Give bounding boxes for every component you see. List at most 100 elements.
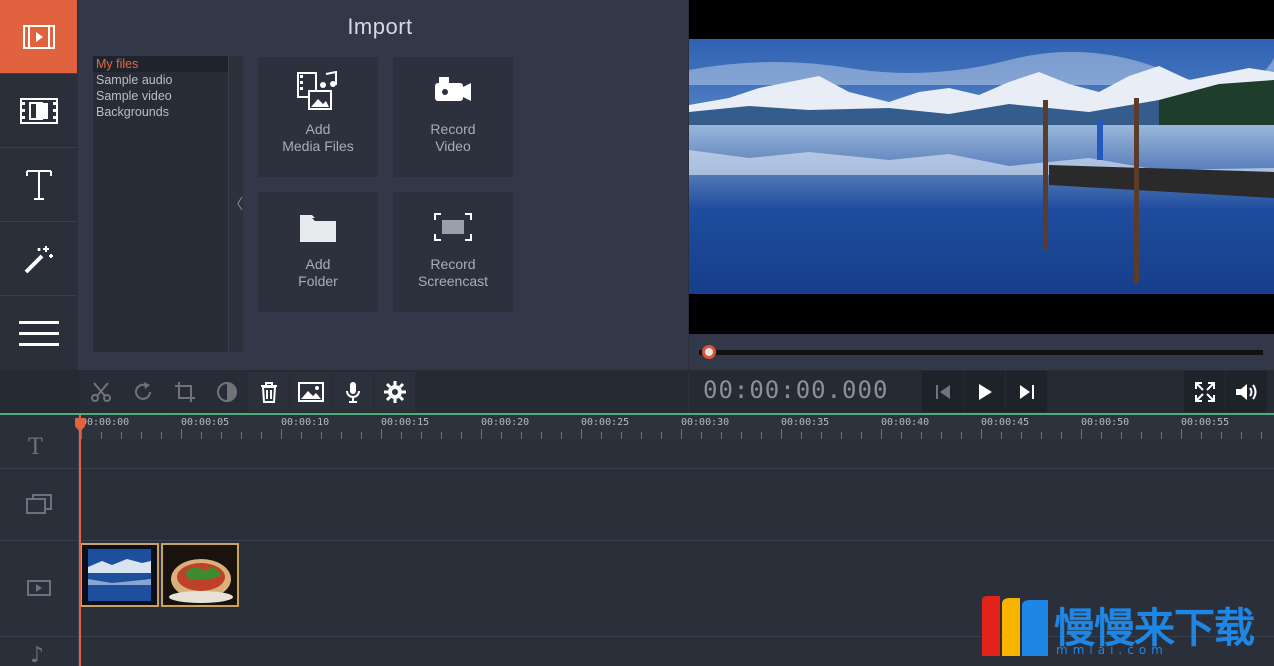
ruler-tick-mark bbox=[981, 429, 982, 439]
ruler-tick-mark bbox=[1001, 432, 1002, 439]
record-audio-button[interactable] bbox=[332, 372, 373, 412]
rotate-button[interactable] bbox=[122, 372, 163, 412]
ruler-tick-label: 00:00:20 bbox=[481, 417, 530, 428]
color-adjust-button[interactable] bbox=[206, 372, 247, 412]
ruler-tick-mark bbox=[181, 429, 182, 439]
cut-button[interactable] bbox=[80, 372, 121, 412]
ruler-tick-label: 00:00:55 bbox=[1181, 417, 1230, 428]
crop-button[interactable] bbox=[164, 372, 205, 412]
image-icon bbox=[297, 382, 324, 402]
ruler-tick-mark bbox=[821, 432, 822, 439]
ruler-tick-mark bbox=[461, 432, 462, 439]
ruler-tick-mark bbox=[341, 432, 342, 439]
titles-icon bbox=[25, 169, 52, 200]
folder-icon bbox=[300, 215, 336, 242]
play-button[interactable] bbox=[964, 371, 1005, 412]
watermark-url: mmlai.com bbox=[1056, 643, 1168, 657]
category-sample-video[interactable]: Sample video bbox=[93, 88, 229, 104]
add-folder-button[interactable]: Add Folder bbox=[258, 192, 378, 312]
sidebar-item-transitions[interactable] bbox=[0, 74, 77, 148]
skip-back-icon bbox=[935, 384, 950, 399]
menu-icon bbox=[18, 321, 59, 346]
ruler-tick-mark bbox=[401, 432, 402, 439]
video-preview[interactable] bbox=[689, 0, 1274, 334]
ruler-tick-mark bbox=[701, 432, 702, 439]
volume-icon bbox=[1235, 383, 1256, 400]
ruler-tick-mark bbox=[1261, 432, 1262, 439]
play-icon bbox=[978, 383, 992, 400]
sidebar-item-import[interactable] bbox=[0, 0, 77, 74]
category-sample-audio[interactable]: Sample audio bbox=[93, 72, 229, 88]
ruler-tick-mark bbox=[781, 429, 782, 439]
ruler-tick-mark bbox=[481, 429, 482, 439]
timeline-clip[interactable] bbox=[161, 543, 239, 607]
sidebar bbox=[0, 0, 77, 372]
ruler-tick-mark bbox=[521, 432, 522, 439]
player-controls: 00:00:00.000 bbox=[689, 370, 1274, 414]
playhead[interactable] bbox=[79, 415, 81, 666]
ruler-tick-mark bbox=[801, 432, 802, 439]
ruler-tick-mark bbox=[501, 432, 502, 439]
ruler-tick-mark bbox=[881, 429, 882, 439]
color-icon bbox=[216, 382, 237, 402]
ruler-tick-mark bbox=[101, 432, 102, 439]
volume-button[interactable] bbox=[1226, 371, 1267, 412]
sidebar-item-filters[interactable] bbox=[0, 222, 77, 296]
category-my-files[interactable]: My files bbox=[93, 56, 229, 72]
collapse-panel-button[interactable]: 〈 bbox=[228, 56, 243, 352]
overlay-track-icon bbox=[26, 494, 52, 514]
category-list: My files Sample audio Sample video Backg… bbox=[93, 56, 229, 352]
time-ruler[interactable]: 00:00:00 00:00:05 00:00:10 00:00:15 00:00:20… bbox=[79, 415, 1274, 439]
record-screencast-button[interactable]: Record Screencast bbox=[393, 192, 513, 312]
ruler-tick-mark bbox=[961, 432, 962, 439]
ruler-tick-mark bbox=[1081, 429, 1082, 439]
ruler-tick-mark bbox=[721, 432, 722, 439]
screencast-icon bbox=[434, 213, 472, 241]
seek-handle[interactable] bbox=[702, 345, 716, 359]
ruler-tick-label: 00:00:00 bbox=[81, 417, 130, 428]
ruler-tick-mark bbox=[1021, 432, 1022, 439]
ruler-tick-mark bbox=[621, 432, 622, 439]
delete-button[interactable] bbox=[248, 372, 289, 412]
sidebar-item-menu[interactable] bbox=[0, 296, 77, 370]
previous-button[interactable] bbox=[922, 371, 963, 412]
sidebar-item-titles[interactable] bbox=[0, 148, 77, 222]
seek-bar[interactable] bbox=[699, 350, 1263, 355]
ruler-tick-label: 00:00:50 bbox=[1081, 417, 1130, 428]
seek-area bbox=[689, 334, 1274, 370]
ruler-tick-mark bbox=[1241, 432, 1242, 439]
ruler-tick-mark bbox=[1201, 432, 1202, 439]
ruler-tick-mark bbox=[221, 432, 222, 439]
ruler-tick-label: 00:00:05 bbox=[181, 417, 230, 428]
timeline-clip[interactable] bbox=[80, 543, 159, 607]
ruler-tick-label: 00:00:45 bbox=[981, 417, 1030, 428]
ruler-tick-mark bbox=[741, 432, 742, 439]
ruler-tick-mark bbox=[201, 432, 202, 439]
import-panel: Import My files Sample audio Sample vide… bbox=[78, 0, 688, 370]
ruler-tick-mark bbox=[301, 432, 302, 439]
watermark-logo bbox=[982, 596, 1048, 656]
next-button[interactable] bbox=[1006, 371, 1047, 412]
ruler-tick-label: 00:00:30 bbox=[681, 417, 730, 428]
trash-icon bbox=[260, 382, 277, 403]
ruler-tick-mark bbox=[1041, 432, 1042, 439]
add-media-files-button[interactable]: Add Media Files bbox=[258, 57, 378, 177]
scissors-icon bbox=[90, 382, 111, 402]
ruler-tick-mark bbox=[681, 429, 682, 439]
image-button[interactable] bbox=[290, 372, 331, 412]
track-separator bbox=[0, 468, 1274, 469]
ruler-tick-mark bbox=[361, 432, 362, 439]
record-video-button[interactable]: Record Video bbox=[393, 57, 513, 177]
tile-label: Add Media Files bbox=[282, 121, 354, 154]
tile-label: Record Screencast bbox=[417, 256, 489, 289]
category-backgrounds[interactable]: Backgrounds bbox=[93, 104, 229, 120]
mic-icon bbox=[345, 382, 360, 403]
settings-button[interactable] bbox=[374, 372, 415, 412]
ruler-tick-mark bbox=[421, 432, 422, 439]
ruler-tick-mark bbox=[1141, 432, 1142, 439]
ruler-tick-label: 00:00:15 bbox=[381, 417, 430, 428]
ruler-tick-mark bbox=[1061, 432, 1062, 439]
edit-toolbar bbox=[0, 370, 688, 414]
ruler-tick-mark bbox=[1181, 429, 1182, 439]
fullscreen-button[interactable] bbox=[1184, 371, 1225, 412]
